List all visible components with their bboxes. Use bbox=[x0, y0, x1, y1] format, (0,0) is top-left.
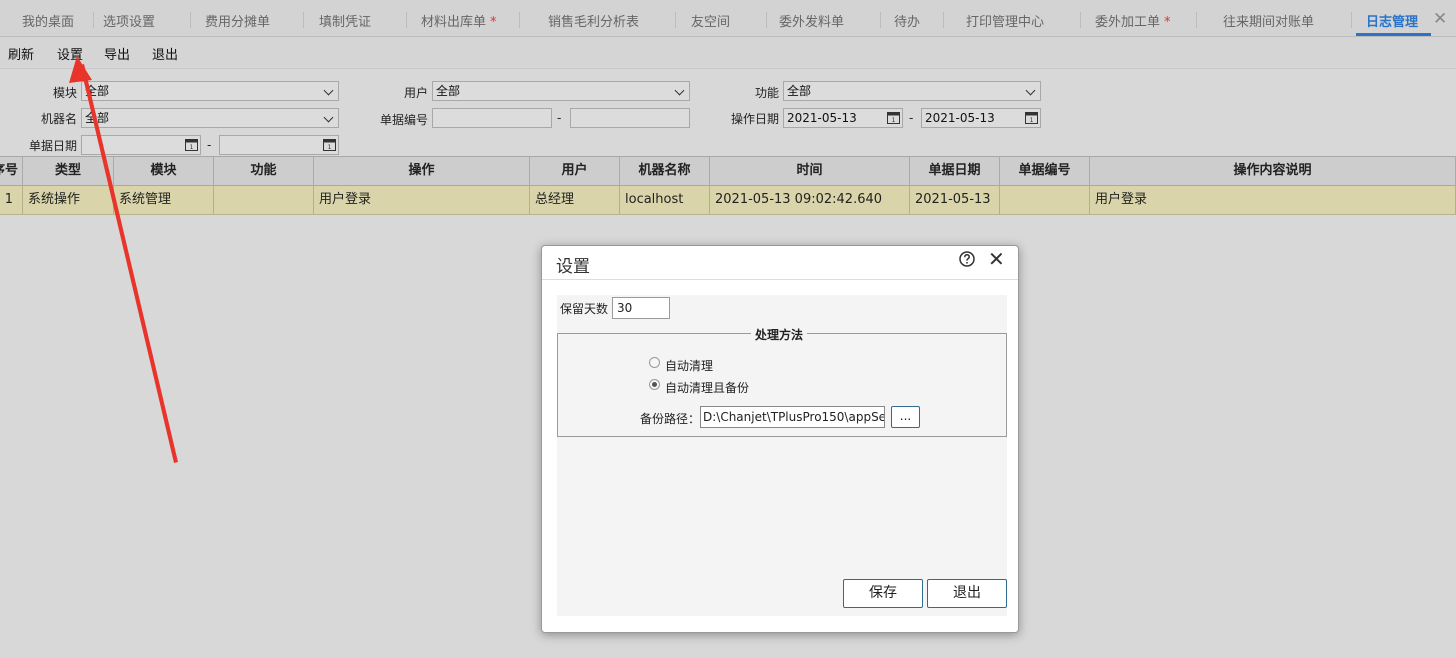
dialog-title: 设置 bbox=[556, 257, 590, 277]
dialog-divider bbox=[542, 279, 1018, 280]
auto-clean-backup-radio[interactable] bbox=[649, 379, 660, 390]
keep-days-label: 保留天数 bbox=[560, 302, 609, 316]
help-icon[interactable] bbox=[959, 251, 975, 267]
processing-method-legend: 处理方法 bbox=[751, 326, 808, 343]
dialog-exit-button[interactable]: 退出 bbox=[927, 579, 1007, 608]
close-icon[interactable]: ✕ bbox=[988, 247, 1005, 271]
auto-clean-backup-label: 自动清理且备份 bbox=[665, 381, 750, 395]
keep-days-input[interactable]: 30 bbox=[612, 297, 670, 319]
auto-clean-label: 自动清理 bbox=[665, 359, 714, 373]
auto-clean-radio[interactable] bbox=[649, 357, 660, 368]
settings-dialog: 设置 ✕ 保留天数 30 处理方法 自动清理 自动清理且备份 备份路径： D:\… bbox=[541, 245, 1019, 633]
browse-button[interactable]: ... bbox=[891, 406, 920, 428]
dialog-body: 保留天数 30 处理方法 自动清理 自动清理且备份 备份路径： D:\Chanj… bbox=[557, 295, 1007, 616]
save-button[interactable]: 保存 bbox=[843, 579, 923, 608]
backup-path-label: 备份路径： bbox=[640, 412, 701, 426]
backup-path-input[interactable]: D:\Chanjet\TPlusPro150\appServ bbox=[700, 406, 885, 428]
processing-method-group: 处理方法 自动清理 自动清理且备份 备份路径： D:\Chanjet\TPlus… bbox=[557, 326, 1007, 437]
